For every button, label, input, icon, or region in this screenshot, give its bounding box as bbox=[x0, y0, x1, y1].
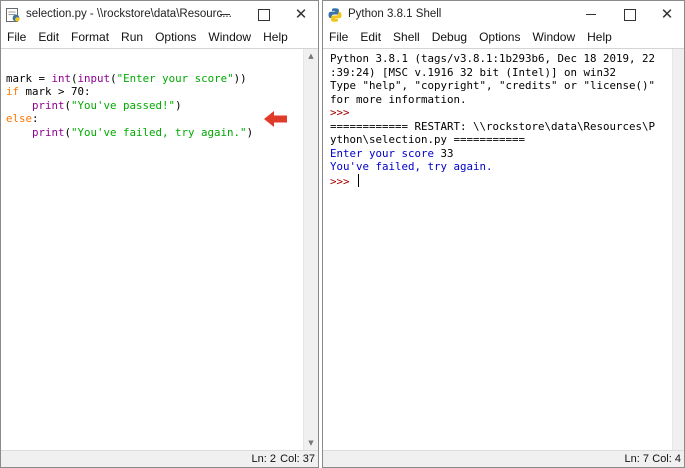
code-line: print("You've passed!") bbox=[6, 99, 303, 113]
shell-restart-line: ython\selection.py =========== bbox=[330, 133, 526, 146]
editor-menu-help[interactable]: Help bbox=[257, 27, 294, 47]
close-icon[interactable]: ✕ bbox=[283, 3, 318, 25]
shell-title-bar[interactable]: Python 3.8.1 Shell ✕ bbox=[323, 1, 684, 29]
editor-menu-window[interactable]: Window bbox=[202, 27, 257, 47]
shell-prompt: >>> bbox=[330, 106, 350, 119]
editor-menu-options[interactable]: Options bbox=[149, 27, 202, 47]
scroll-up-icon[interactable]: ▲ bbox=[304, 49, 318, 63]
red-arrow-icon bbox=[264, 111, 287, 127]
code-string: "You've passed!" bbox=[71, 98, 176, 112]
shell-restart-line: ============ RESTART: \\rockstore\data\R… bbox=[330, 119, 656, 133]
editor-menu-bar: File Edit Format Run Options Window Help bbox=[1, 27, 318, 47]
python-shell-icon bbox=[328, 8, 342, 22]
shell-menu-help[interactable]: Help bbox=[581, 27, 618, 47]
shell-vertical-scrollbar[interactable] bbox=[672, 49, 684, 450]
shell-input-prompt: Enter your score bbox=[330, 146, 441, 160]
editor-menu-run[interactable]: Run bbox=[115, 27, 149, 47]
idle-python-icon bbox=[6, 8, 20, 22]
code-line: print("You've failed, try again.") bbox=[6, 126, 303, 140]
editor-menu-edit[interactable]: Edit bbox=[32, 27, 65, 47]
code-string: "You've failed, try again." bbox=[71, 125, 247, 139]
shell-menu-edit[interactable]: Edit bbox=[354, 27, 387, 47]
shell-menu-shell[interactable]: Shell bbox=[387, 27, 426, 47]
editor-status-line: Ln: 2 bbox=[251, 453, 276, 465]
shell-window: Python 3.8.1 Shell ✕ File Edit Shell Deb… bbox=[322, 0, 685, 468]
shell-menu-debug[interactable]: Debug bbox=[426, 27, 473, 47]
editor-menu-format[interactable]: Format bbox=[65, 27, 115, 47]
shell-active-prompt-line[interactable]: >>> bbox=[330, 173, 672, 189]
code-keyword: if bbox=[6, 85, 20, 98]
code-line: else: bbox=[6, 112, 303, 126]
code-token: ) bbox=[175, 98, 182, 112]
shell-banner-line: :39:24) [MSC v.1916 32 bit (Intel)] on w… bbox=[330, 65, 617, 79]
shell-status-line: Ln: 7 bbox=[624, 453, 649, 465]
editor-code-area[interactable]: mark = int(input("Enter your score")) if … bbox=[1, 49, 303, 450]
shell-window-title: Python 3.8.1 Shell bbox=[348, 8, 442, 20]
maximize-icon[interactable] bbox=[611, 3, 647, 25]
shell-output-area[interactable]: Python 3.8.1 (tags/v3.8.1:1b293b6, Dec 1… bbox=[323, 49, 672, 450]
editor-status-col: Col: 37 bbox=[280, 453, 315, 465]
code-token: ) bbox=[246, 125, 254, 139]
code-builtin: print bbox=[32, 125, 65, 139]
code-keyword: else bbox=[6, 112, 33, 125]
code-token: mark = bbox=[6, 71, 52, 85]
close-icon[interactable]: ✕ bbox=[649, 3, 684, 25]
shell-menu-file[interactable]: File bbox=[323, 27, 354, 47]
shell-banner-line: Python 3.8.1 (tags/v3.8.1:1b293b6, Dec 1… bbox=[330, 52, 656, 65]
scroll-down-icon[interactable]: ▼ bbox=[304, 436, 318, 450]
shell-prompt: >>> bbox=[330, 174, 357, 188]
editor-title-bar[interactable]: selection.py - \\rockstore\data\Resourc.… bbox=[1, 1, 318, 29]
shell-menu-bar: File Edit Shell Debug Options Window Hel… bbox=[323, 27, 684, 47]
maximize-icon[interactable] bbox=[245, 3, 281, 25]
shell-menu-options[interactable]: Options bbox=[473, 27, 526, 47]
editor-menu-file[interactable]: File bbox=[1, 27, 32, 47]
shell-input-line: Enter your score 33 bbox=[330, 147, 672, 161]
text-cursor bbox=[358, 173, 360, 187]
code-token: )) bbox=[233, 71, 247, 85]
editor-status-bar: Ln: 2 Col: 37 bbox=[1, 450, 318, 467]
shell-status-col: Col: 4 bbox=[652, 453, 681, 465]
minimize-icon[interactable] bbox=[573, 3, 609, 25]
shell-program-output: You've failed, try again. bbox=[330, 160, 493, 173]
editor-window-title: selection.py - \\rockstore\data\Resourc.… bbox=[26, 8, 232, 20]
code-token: mark > 70: bbox=[19, 85, 91, 98]
shell-banner-line: Type "help", "copyright", "credits" or "… bbox=[330, 79, 656, 92]
shell-input-value: 33 bbox=[440, 146, 454, 160]
code-builtin: int bbox=[51, 71, 72, 85]
editor-window: selection.py - \\rockstore\data\Resourc.… bbox=[0, 0, 319, 468]
minimize-icon[interactable] bbox=[207, 3, 243, 25]
code-builtin: print bbox=[32, 98, 65, 112]
code-string: "Enter your score" bbox=[116, 71, 234, 85]
code-builtin: input bbox=[77, 71, 111, 85]
editor-vertical-scrollbar[interactable]: ▲ ▼ bbox=[303, 49, 318, 450]
code-token: : bbox=[32, 112, 39, 125]
shell-menu-window[interactable]: Window bbox=[526, 27, 581, 47]
shell-banner-line: for more information. bbox=[330, 92, 467, 106]
code-line: mark = int(input("Enter your score")) bbox=[6, 72, 303, 86]
code-line: if mark > 70: bbox=[6, 85, 303, 99]
shell-status-bar: Ln: 7 Col: 4 bbox=[323, 450, 684, 467]
